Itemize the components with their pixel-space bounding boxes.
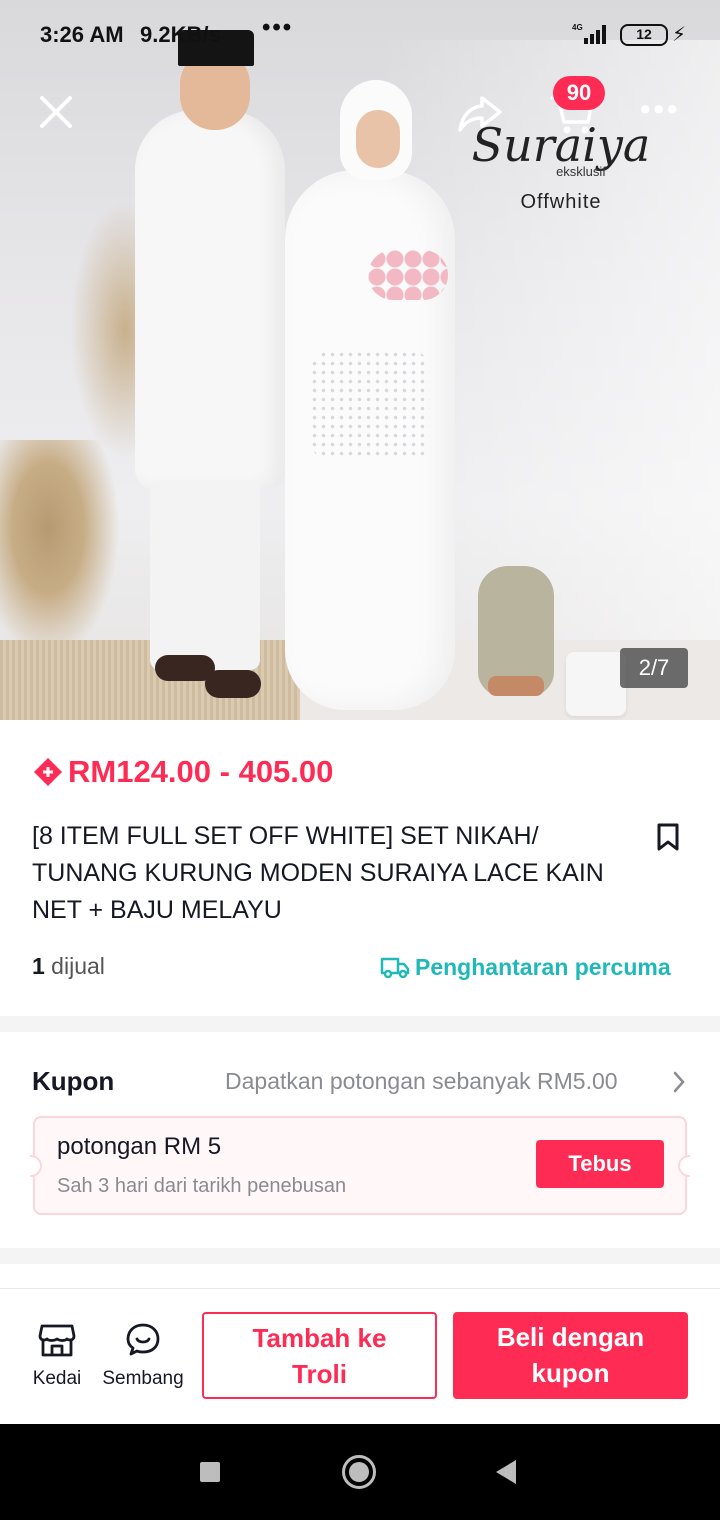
add-to-cart-button[interactable]: Tambah ke Troli	[202, 1312, 437, 1399]
image-counter: 2/7	[620, 648, 688, 688]
battery-icon: 12	[620, 24, 668, 46]
price-row: RM124.00 - 405.00	[32, 750, 333, 794]
truck-icon	[380, 957, 410, 979]
bouquet	[368, 250, 448, 300]
free-shipping-label[interactable]: Penghantaran percuma	[380, 952, 671, 982]
charging-icon: ⚡	[672, 24, 687, 46]
status-time: 3:26 AM	[40, 22, 124, 47]
svg-text:4G: 4G	[572, 23, 583, 32]
chat-button[interactable]: Sembang	[100, 1322, 186, 1390]
chat-icon	[126, 1323, 160, 1356]
groom-shoe	[205, 670, 261, 698]
share-icon[interactable]	[456, 92, 504, 136]
groom-trousers	[150, 480, 260, 670]
status-bar: 3:26 AM 9.2KB/s ••• 4G 12 ⚡	[0, 0, 720, 70]
chevron-right-icon[interactable]	[672, 1070, 686, 1094]
variant-color-label: Offwhite	[520, 191, 602, 213]
coupon-section-title: Kupon	[32, 1066, 115, 1096]
store-icon	[38, 1324, 76, 1357]
vase-base	[488, 676, 544, 696]
status-speed: 9.2KB/s	[140, 22, 221, 47]
back-icon[interactable]	[496, 1460, 516, 1484]
bookmark-icon[interactable]	[656, 822, 680, 852]
product-title: [8 ITEM FULL SET OFF WHITE] SET NIKAH/ T…	[32, 822, 604, 924]
lace-detail	[310, 350, 430, 460]
more-icon[interactable]: •••	[640, 95, 688, 128]
redeem-coupon-button[interactable]: Tebus	[536, 1140, 664, 1188]
status-overflow: •••	[262, 14, 294, 41]
product-price: RM124.00 - 405.00	[68, 754, 334, 789]
pampas-grass-bottom	[0, 440, 120, 660]
bride-face	[356, 110, 400, 168]
product-image[interactable]: Suraiya eksklusif Offwhite	[0, 0, 720, 720]
home-icon-dot	[349, 1462, 369, 1482]
close-icon[interactable]	[36, 92, 76, 132]
sold-count: 1 dijual	[32, 953, 105, 979]
section-divider	[0, 1016, 720, 1032]
section-divider	[0, 1248, 720, 1264]
coupon-validity: Sah 3 hari dari tarikh penebusan	[57, 1175, 347, 1197]
pot	[566, 652, 626, 716]
store-button[interactable]: Kedai	[30, 1322, 84, 1390]
signal-icon: 4G	[572, 23, 606, 44]
groom-outfit	[135, 110, 285, 490]
cart-count-badge: 90	[553, 76, 605, 110]
coupon-title: potongan RM 5	[57, 1133, 222, 1160]
price-tag-icon	[34, 758, 62, 786]
recents-icon[interactable]	[200, 1462, 220, 1482]
buy-with-coupon-button[interactable]: Beli dengan kupon	[453, 1312, 688, 1399]
coupon-description[interactable]: Dapatkan potongan sebanyak RM5.00	[225, 1068, 618, 1095]
